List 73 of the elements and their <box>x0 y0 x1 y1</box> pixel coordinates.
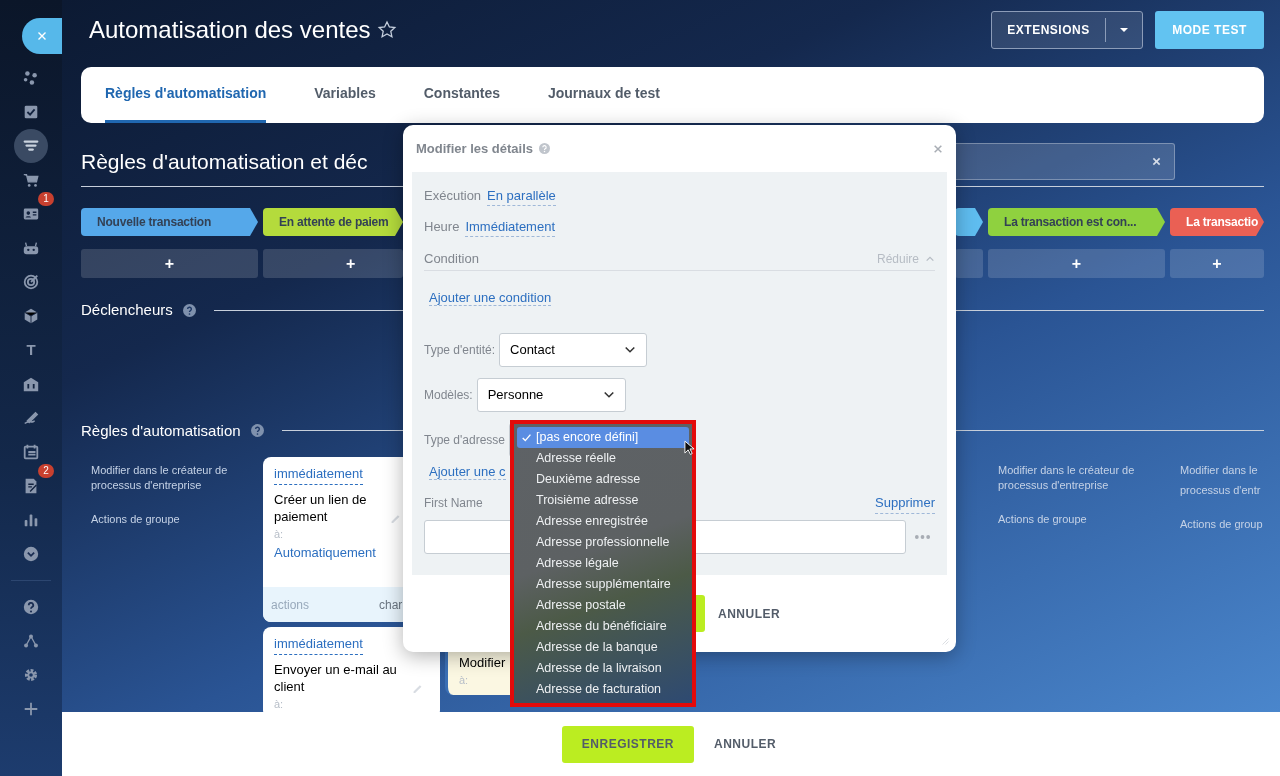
stage-label: Nouvelle transaction <box>97 214 212 231</box>
to-label: à: <box>274 696 284 712</box>
value-link[interactable]: En parallèle <box>487 185 556 207</box>
to-label: à: <box>274 526 284 542</box>
dropdown-option[interactable]: Adresse de facturation <box>517 679 689 700</box>
delay-link[interactable]: immédiatement <box>274 634 363 655</box>
field-label: Type d'adresse <box>424 432 505 449</box>
rule-card[interactable]: immédiatement Envoyer un e-mail au client à: <box>263 627 440 712</box>
dropdown-option[interactable]: Adresse postale <box>517 595 689 616</box>
to-label: à: <box>459 673 469 688</box>
stage-tab[interactable]: En attente de paiem <box>263 208 403 236</box>
dropdown-option[interactable]: Troisième adresse <box>517 490 689 511</box>
target-link[interactable]: Automatiquement <box>274 543 376 563</box>
stage-tab[interactable]: La transactio <box>1170 208 1264 236</box>
tab[interactable]: Variables <box>314 67 376 123</box>
card-title: Modifier <box>459 654 506 671</box>
section-title: Règles d'automatisation <box>81 420 241 441</box>
dropdown-option[interactable]: Adresse de la livraison <box>517 658 689 679</box>
save-button[interactable]: ENREGISTRER <box>561 725 694 763</box>
rule-link[interactable]: Modifier dans le créateur de processus d'entreprise <box>91 463 248 493</box>
dropdown-option[interactable]: Adresse enregistrée <box>517 511 689 532</box>
rule-link[interactable]: Actions de group <box>1180 517 1263 532</box>
collapse-label: Réduire <box>876 250 919 268</box>
dialog-title: Modifier les détails <box>416 139 534 158</box>
stage-label: La transaction est con... <box>1004 214 1137 231</box>
add-button[interactable]: + <box>81 249 258 278</box>
cancel-button[interactable]: ANNULER <box>710 725 781 763</box>
rule-link[interactable]: Actions de groupe <box>91 512 180 527</box>
rule-link[interactable]: processus d'entr <box>1180 483 1261 498</box>
section-heading: Règles d'automatisation et déc <box>81 148 368 175</box>
dropdown-option[interactable]: Adresse légale <box>517 553 689 574</box>
add-condition-link[interactable]: Ajouter une condition <box>429 290 552 306</box>
field-label: Heure <box>424 218 460 237</box>
card-title: Envoyer un e-mail au client <box>274 660 398 695</box>
tab[interactable]: Constantes <box>423 67 500 123</box>
footer-label: char <box>379 596 403 614</box>
section-title: Déclencheurs <box>81 300 173 320</box>
select-field[interactable]: Contact <box>499 333 647 367</box>
stage-label: La transactio <box>1186 214 1259 231</box>
rule-link[interactable]: Modifier dans le créateur de processus d'entreprise <box>998 463 1155 493</box>
dropdown-option[interactable]: Adresse supplémentaire <box>517 574 689 595</box>
rule-link[interactable]: Actions de groupe <box>998 512 1087 527</box>
field-label: Condition <box>424 249 479 268</box>
add-field-link[interactable]: Ajouter une c <box>429 464 506 480</box>
notification-badge: 1 <box>38 192 54 206</box>
notification-badge: 2 <box>38 464 54 478</box>
dropdown-option[interactable]: Deuxième adresse <box>517 469 689 490</box>
field-label: Modèles: <box>424 387 473 404</box>
add-button[interactable]: + <box>263 249 403 278</box>
add-button[interactable]: + <box>1170 249 1264 278</box>
dropdown-option[interactable]: [pas encore défini] <box>517 427 689 448</box>
field-label: Type d'entité: <box>424 342 495 359</box>
stage-tab[interactable]: La transaction est con... <box>988 208 1165 236</box>
dropdown-option[interactable]: Adresse réelle <box>517 448 689 469</box>
select-field[interactable]: Personne <box>476 378 626 412</box>
cancel-button[interactable]: ANNULER <box>718 604 781 623</box>
tab[interactable]: Règles d'automatisation <box>105 67 267 123</box>
value-link[interactable]: Immédiatement <box>465 216 555 238</box>
page-title: Automatisation des ventes <box>89 15 371 45</box>
dropdown-option[interactable]: Adresse du bénéficiaire <box>517 616 689 637</box>
footer-label: actions <box>271 596 311 614</box>
card-title: Créer un lien de paiement <box>274 490 368 525</box>
rule-link[interactable]: Modifier dans le <box>1180 463 1258 478</box>
stage-tab[interactable]: Nouvelle transaction <box>81 208 258 236</box>
dropdown-option[interactable]: Adresse de la banque <box>517 637 689 658</box>
field-label: Exécution <box>424 187 482 206</box>
add-button[interactable]: + <box>988 249 1165 278</box>
delete-link[interactable]: Supprimer <box>875 493 935 514</box>
sidebar-item[interactable]: T <box>14 333 48 367</box>
dropdown-option[interactable]: Adresse professionnelle <box>517 532 689 553</box>
delay-link[interactable]: immédiatement <box>274 464 363 485</box>
tab[interactable]: Journaux de test <box>548 67 660 123</box>
stage-label: En attente de paiem <box>279 214 389 231</box>
